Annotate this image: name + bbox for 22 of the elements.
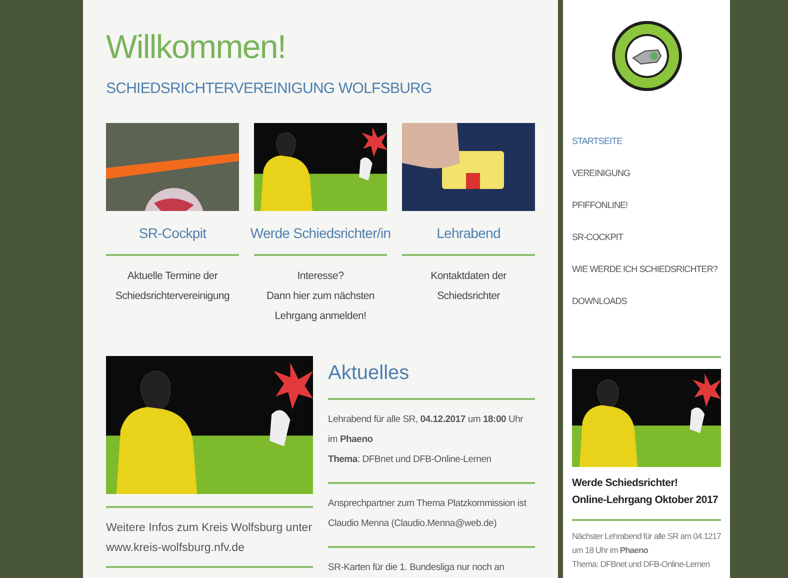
logo-icon[interactable] <box>610 20 682 92</box>
card-title-link[interactable]: Werde Schiedsrichter/in <box>250 222 391 242</box>
nav-link[interactable]: PFIFFONLINE! <box>572 190 628 222</box>
news-heading: Aktuelles <box>328 360 410 386</box>
news-text: Nächster Lehrabend für alle SR am 04.1217 um 18 Uhr im Phaeno Thema: DFBnet und DFB-Online-Lernen <box>572 530 721 571</box>
page-title: Willkommen! <box>106 28 287 66</box>
card-description: Aktuelle Termine der Schiedsrichtervereinigung <box>115 268 230 304</box>
nav-link[interactable]: VEREINIGUNG <box>572 158 630 190</box>
info-text: Weitere Infos zum Kreis Wolfsburg unter www.kreis-wolfsburg.nfv.de <box>106 520 313 556</box>
nav-link[interactable]: STARTSEITE <box>572 126 622 158</box>
nav-link[interactable]: SR-COCKPIT <box>572 222 624 254</box>
card-description: Interesse? Dann hier zum nächsten Lehrgang anmelden! <box>266 268 375 324</box>
news-text: Ansprechpartner zum Thema Platzkommission ist Claudio Menna (Claudio.Menna@web.de) <box>328 496 528 530</box>
card-title-link[interactable]: SR-Cockpit <box>138 222 206 242</box>
card-title-link[interactable]: Lehrabend <box>436 222 500 242</box>
news-text: Lehrabend für alle SR, 04.12.2017 um 18:00 Uhr im Phaeno Thema: DFBnet und DFB-Online-Lernen <box>328 412 524 466</box>
promo-text: Werde Schiedsrichter! Online-Lehrgang Oktober 2017 <box>572 476 720 508</box>
card-description: Kontaktdaten der Schiedsrichter <box>430 268 506 304</box>
news-text: SR-Karten für die 1. Bundesliga nur noch an <box>328 560 506 574</box>
nav-link[interactable]: DOWNLOADS <box>572 286 627 318</box>
nav-link[interactable]: WIE WERDE ICH SCHIEDSRICHTER? <box>572 254 718 286</box>
site-subtitle: SCHIEDSRICHTERVEREINIGUNG WOLFSBURG <box>106 79 433 99</box>
